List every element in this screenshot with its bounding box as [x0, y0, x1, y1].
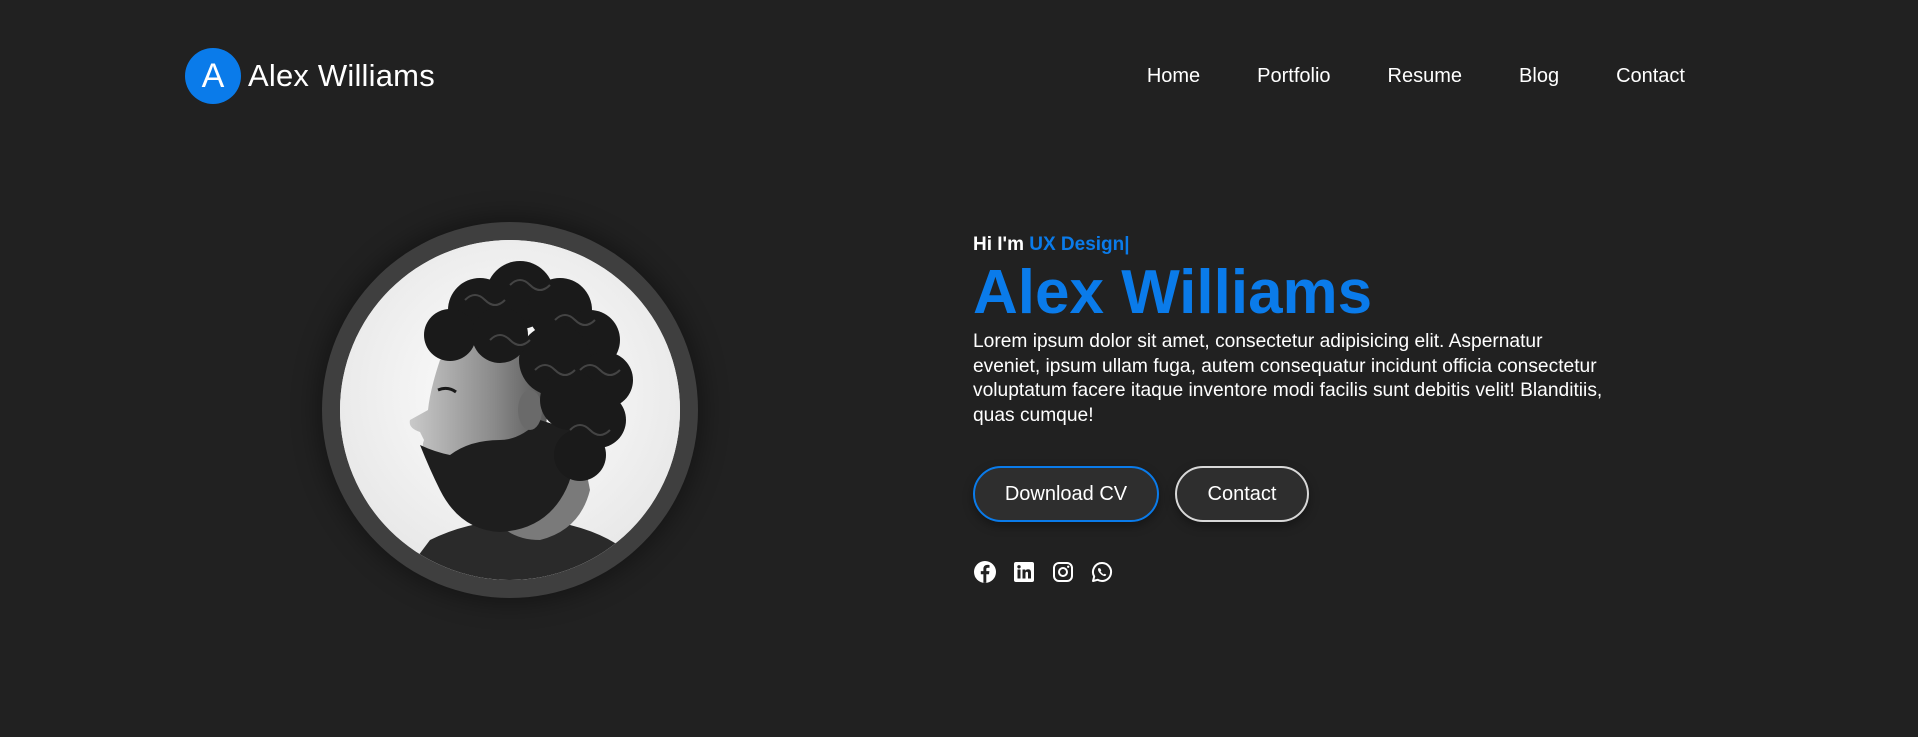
avatar — [340, 240, 680, 580]
social-links — [973, 560, 1114, 584]
download-cv-button[interactable]: Download CV — [973, 466, 1159, 522]
nav-item-resume[interactable]: Resume — [1388, 65, 1462, 88]
hero-description: Lorem ipsum dolor sit amet, consectetur … — [973, 331, 1603, 426]
avatar-frame — [322, 222, 698, 598]
contact-button[interactable]: Contact — [1175, 466, 1309, 522]
greeting: Hi I'm UX Design| — [973, 230, 1613, 260]
brand-logo-letter: A — [201, 57, 225, 95]
brand[interactable]: A Alex Williams — [185, 48, 435, 104]
nav-item-home[interactable]: Home — [1147, 65, 1200, 88]
brand-name[interactable]: Alex Williams — [248, 58, 435, 94]
nav-item-blog[interactable]: Blog — [1519, 65, 1559, 88]
facebook-icon[interactable] — [973, 560, 997, 584]
main-nav: Home Portfolio Resume Blog Contact — [1147, 65, 1685, 88]
nav-item-portfolio[interactable]: Portfolio — [1257, 65, 1330, 88]
portfolio-page: A Alex Williams Home Portfolio Resume Bl… — [0, 0, 1918, 737]
hero-name: Alex Williams — [973, 258, 1373, 327]
linkedin-icon[interactable] — [1012, 560, 1036, 584]
nav-item-contact[interactable]: Contact — [1616, 65, 1685, 88]
whatsapp-icon[interactable] — [1090, 560, 1114, 584]
typed-role: UX Design| — [1029, 234, 1130, 255]
brand-logo[interactable]: A — [185, 48, 241, 104]
hero-buttons: Download CV Contact — [973, 466, 1309, 522]
hero-section: Hi I'm UX Design| Alex Williams Lorem ip… — [973, 230, 1613, 583]
site-header: A Alex Williams Home Portfolio Resume Bl… — [185, 48, 1685, 104]
instagram-icon[interactable] — [1051, 560, 1075, 584]
profile-photo — [340, 240, 680, 580]
greeting-prefix: Hi I'm — [973, 234, 1030, 255]
